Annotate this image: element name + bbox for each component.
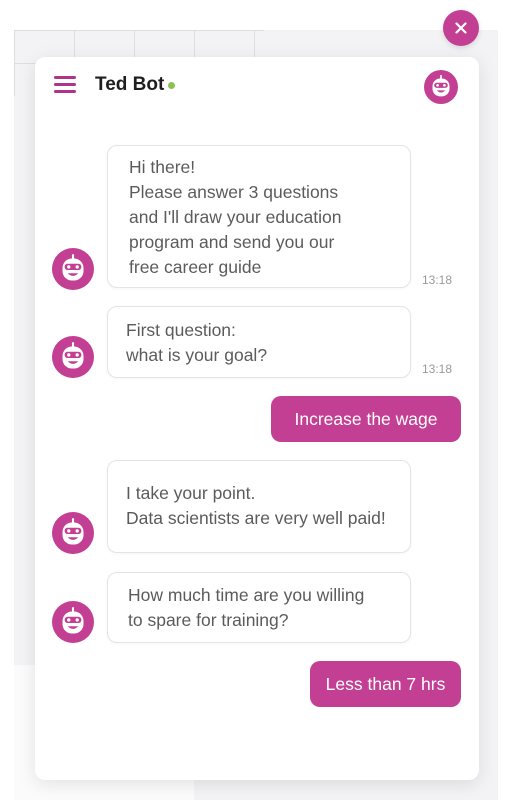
- user-reply-bubble[interactable]: Less than 7 hrs: [310, 661, 461, 707]
- message-text-line: First question:: [126, 320, 236, 340]
- bot-message-bubble: How much time are you willing to spare f…: [107, 572, 411, 643]
- message-text-line: to spare for training?: [128, 610, 289, 630]
- chat-widget: Ted Bot Hi there! Please answer 3 questi…: [35, 57, 479, 780]
- bot-avatar-icon: [52, 512, 94, 554]
- robot-icon: [424, 70, 458, 104]
- bot-name: Ted Bot: [95, 74, 165, 95]
- user-reply-bubble[interactable]: Increase the wage: [271, 396, 461, 442]
- message-text-line: Please answer 3 questions: [129, 182, 339, 202]
- message-text-line: How much time are you willing: [128, 585, 365, 605]
- close-icon: [455, 22, 467, 34]
- hamburger-menu-icon[interactable]: [54, 76, 76, 94]
- message-timestamp: 13:18: [422, 273, 453, 287]
- bot-message-bubble: First question: what is your goal?: [107, 306, 411, 378]
- bot-avatar-icon: [52, 248, 94, 290]
- message-text-line: program and send you our: [129, 232, 335, 252]
- message-text-line: Data scientists are very well paid!: [126, 508, 386, 528]
- chat-header: Ted Bot: [35, 57, 479, 119]
- message-text-line: free career guide: [129, 257, 262, 277]
- message-text-line: what is your goal?: [126, 345, 268, 365]
- bot-avatar-icon: [52, 601, 94, 643]
- online-status-dot: [168, 82, 175, 89]
- bot-message-bubble: Hi there! Please answer 3 questions and …: [107, 145, 411, 288]
- bot-avatar-icon: [52, 336, 94, 378]
- bot-message-bubble: I take your point. Data scientists are v…: [107, 460, 411, 553]
- close-chat-button[interactable]: [443, 10, 479, 46]
- message-timestamp: 13:18: [422, 362, 453, 376]
- message-text-line: I take your point.: [126, 483, 256, 503]
- message-text-line: Hi there!: [129, 157, 196, 177]
- message-text-line: and I'll draw your education: [129, 207, 342, 227]
